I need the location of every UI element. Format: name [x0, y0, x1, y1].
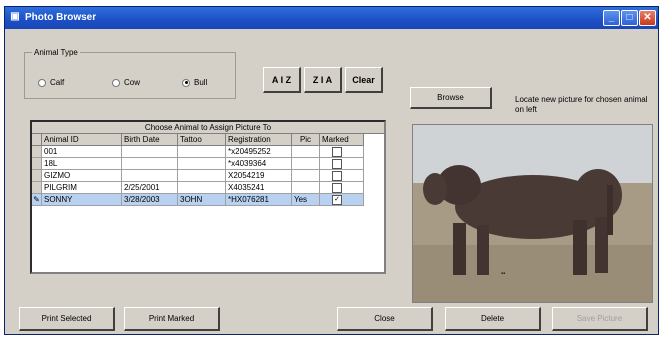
- print-marked-button[interactable]: Print Marked: [124, 307, 220, 331]
- col-tattoo[interactable]: Tattoo: [178, 134, 226, 146]
- photo-browser-window: ▣ Photo Browser _ □ ✕ Animal Type Calf C…: [4, 6, 659, 335]
- grid-caption: Choose Animal to Assign Picture To: [32, 122, 384, 134]
- radio-cow-circle[interactable]: [112, 78, 120, 87]
- cell-tattoo[interactable]: 3OHN: [178, 194, 226, 206]
- maximize-button[interactable]: □: [621, 10, 638, 26]
- cell-animal-id[interactable]: 001: [42, 146, 122, 158]
- cell-registration[interactable]: *x20495252: [226, 146, 292, 158]
- cell-marked[interactable]: [320, 158, 364, 170]
- row-indicator[interactable]: ✎: [32, 194, 42, 206]
- row-indicator[interactable]: [32, 182, 42, 194]
- marked-checkbox[interactable]: [332, 183, 342, 193]
- row-indicator[interactable]: [32, 170, 42, 182]
- col-birth-date[interactable]: Birth Date: [122, 134, 178, 146]
- cell-registration[interactable]: X2054219: [226, 170, 292, 182]
- radio-calf-circle[interactable]: [38, 78, 46, 87]
- radio-calf-label: Calf: [50, 78, 65, 87]
- grid-header-row: Animal ID Birth Date Tattoo Registration…: [32, 134, 364, 146]
- col-animal-id[interactable]: Animal ID: [42, 134, 122, 146]
- cell-tattoo[interactable]: [178, 146, 226, 158]
- cell-animal-id[interactable]: PILGRIM: [42, 182, 122, 194]
- cell-marked[interactable]: ✓: [320, 194, 364, 206]
- animal-type-label: Animal Type: [32, 48, 80, 57]
- close-window-button[interactable]: ✕: [639, 10, 656, 26]
- radio-calf[interactable]: Calf: [38, 78, 64, 87]
- cell-pic[interactable]: Yes: [292, 194, 320, 206]
- table-row[interactable]: GIZMO X2054219: [32, 170, 364, 182]
- table-row[interactable]: PILGRIM 2/25/2001 X4035241: [32, 182, 364, 194]
- cell-marked[interactable]: [320, 182, 364, 194]
- col-registration[interactable]: Registration: [226, 134, 292, 146]
- save-picture-button[interactable]: Save Picture: [552, 307, 648, 331]
- print-selected-button[interactable]: Print Selected: [19, 307, 115, 331]
- animal-type-group: [24, 52, 236, 99]
- cell-pic[interactable]: [292, 158, 320, 170]
- radio-cow-label: Cow: [124, 78, 141, 87]
- sort-za-button[interactable]: Z I A: [304, 67, 342, 93]
- browse-hint: Locate new picture for chosen animal on …: [515, 95, 648, 114]
- cell-birth-date[interactable]: 2/25/2001: [122, 182, 178, 194]
- cell-tattoo[interactable]: [178, 170, 226, 182]
- cell-animal-id[interactable]: 18L: [42, 158, 122, 170]
- col-marked[interactable]: Marked: [320, 134, 364, 146]
- window-title: Photo Browser: [25, 12, 97, 23]
- minimize-icon: _: [608, 12, 615, 23]
- cell-tattoo[interactable]: [178, 158, 226, 170]
- animal-photo: ▪▪: [412, 124, 653, 303]
- marked-checkbox-checked[interactable]: ✓: [332, 195, 342, 205]
- cell-pic[interactable]: [292, 146, 320, 158]
- cell-marked[interactable]: [320, 170, 364, 182]
- cell-pic[interactable]: [292, 170, 320, 182]
- marked-checkbox[interactable]: [332, 171, 342, 181]
- table-row[interactable]: 001 *x20495252: [32, 146, 364, 158]
- cell-registration[interactable]: *x4039364: [226, 158, 292, 170]
- title-bar[interactable]: ▣ Photo Browser _ □ ✕: [5, 7, 658, 29]
- close-icon: ✕: [643, 12, 652, 23]
- maximize-icon: □: [626, 12, 633, 23]
- delete-button[interactable]: Delete: [445, 307, 541, 331]
- radio-bull[interactable]: Bull: [182, 78, 207, 87]
- cell-birth-date[interactable]: [122, 158, 178, 170]
- minimize-button[interactable]: _: [603, 10, 620, 26]
- app-icon[interactable]: ▣: [9, 11, 21, 23]
- sort-az-button[interactable]: A I Z: [263, 67, 301, 93]
- cell-birth-date[interactable]: [122, 170, 178, 182]
- row-header-corner: [32, 134, 42, 146]
- table-row[interactable]: 18L *x4039364: [32, 158, 364, 170]
- cell-birth-date[interactable]: 3/28/2003: [122, 194, 178, 206]
- marked-checkbox[interactable]: [332, 159, 342, 169]
- radio-cow[interactable]: Cow: [112, 78, 140, 87]
- row-indicator[interactable]: [32, 158, 42, 170]
- photo-watermark-icon: ▪▪: [501, 271, 505, 277]
- table-row-selected[interactable]: ✎ SONNY 3/28/2003 3OHN *HX076281 Yes ✓: [32, 194, 364, 206]
- cell-birth-date[interactable]: [122, 146, 178, 158]
- cell-pic[interactable]: [292, 182, 320, 194]
- radio-bull-circle[interactable]: [182, 78, 190, 87]
- animal-grid: Choose Animal to Assign Picture To Anima…: [30, 120, 386, 274]
- cell-animal-id[interactable]: GIZMO: [42, 170, 122, 182]
- row-indicator[interactable]: [32, 146, 42, 158]
- clear-button[interactable]: Clear: [345, 67, 383, 93]
- cell-registration[interactable]: *HX076281: [226, 194, 292, 206]
- close-button[interactable]: Close: [337, 307, 433, 331]
- cell-registration[interactable]: X4035241: [226, 182, 292, 194]
- radio-bull-label: Bull: [194, 78, 208, 87]
- cell-animal-id[interactable]: SONNY: [42, 194, 122, 206]
- cell-tattoo[interactable]: [178, 182, 226, 194]
- col-pic[interactable]: Pic: [292, 134, 320, 146]
- cell-marked[interactable]: [320, 146, 364, 158]
- browse-button[interactable]: Browse: [410, 87, 492, 109]
- marked-checkbox[interactable]: [332, 147, 342, 157]
